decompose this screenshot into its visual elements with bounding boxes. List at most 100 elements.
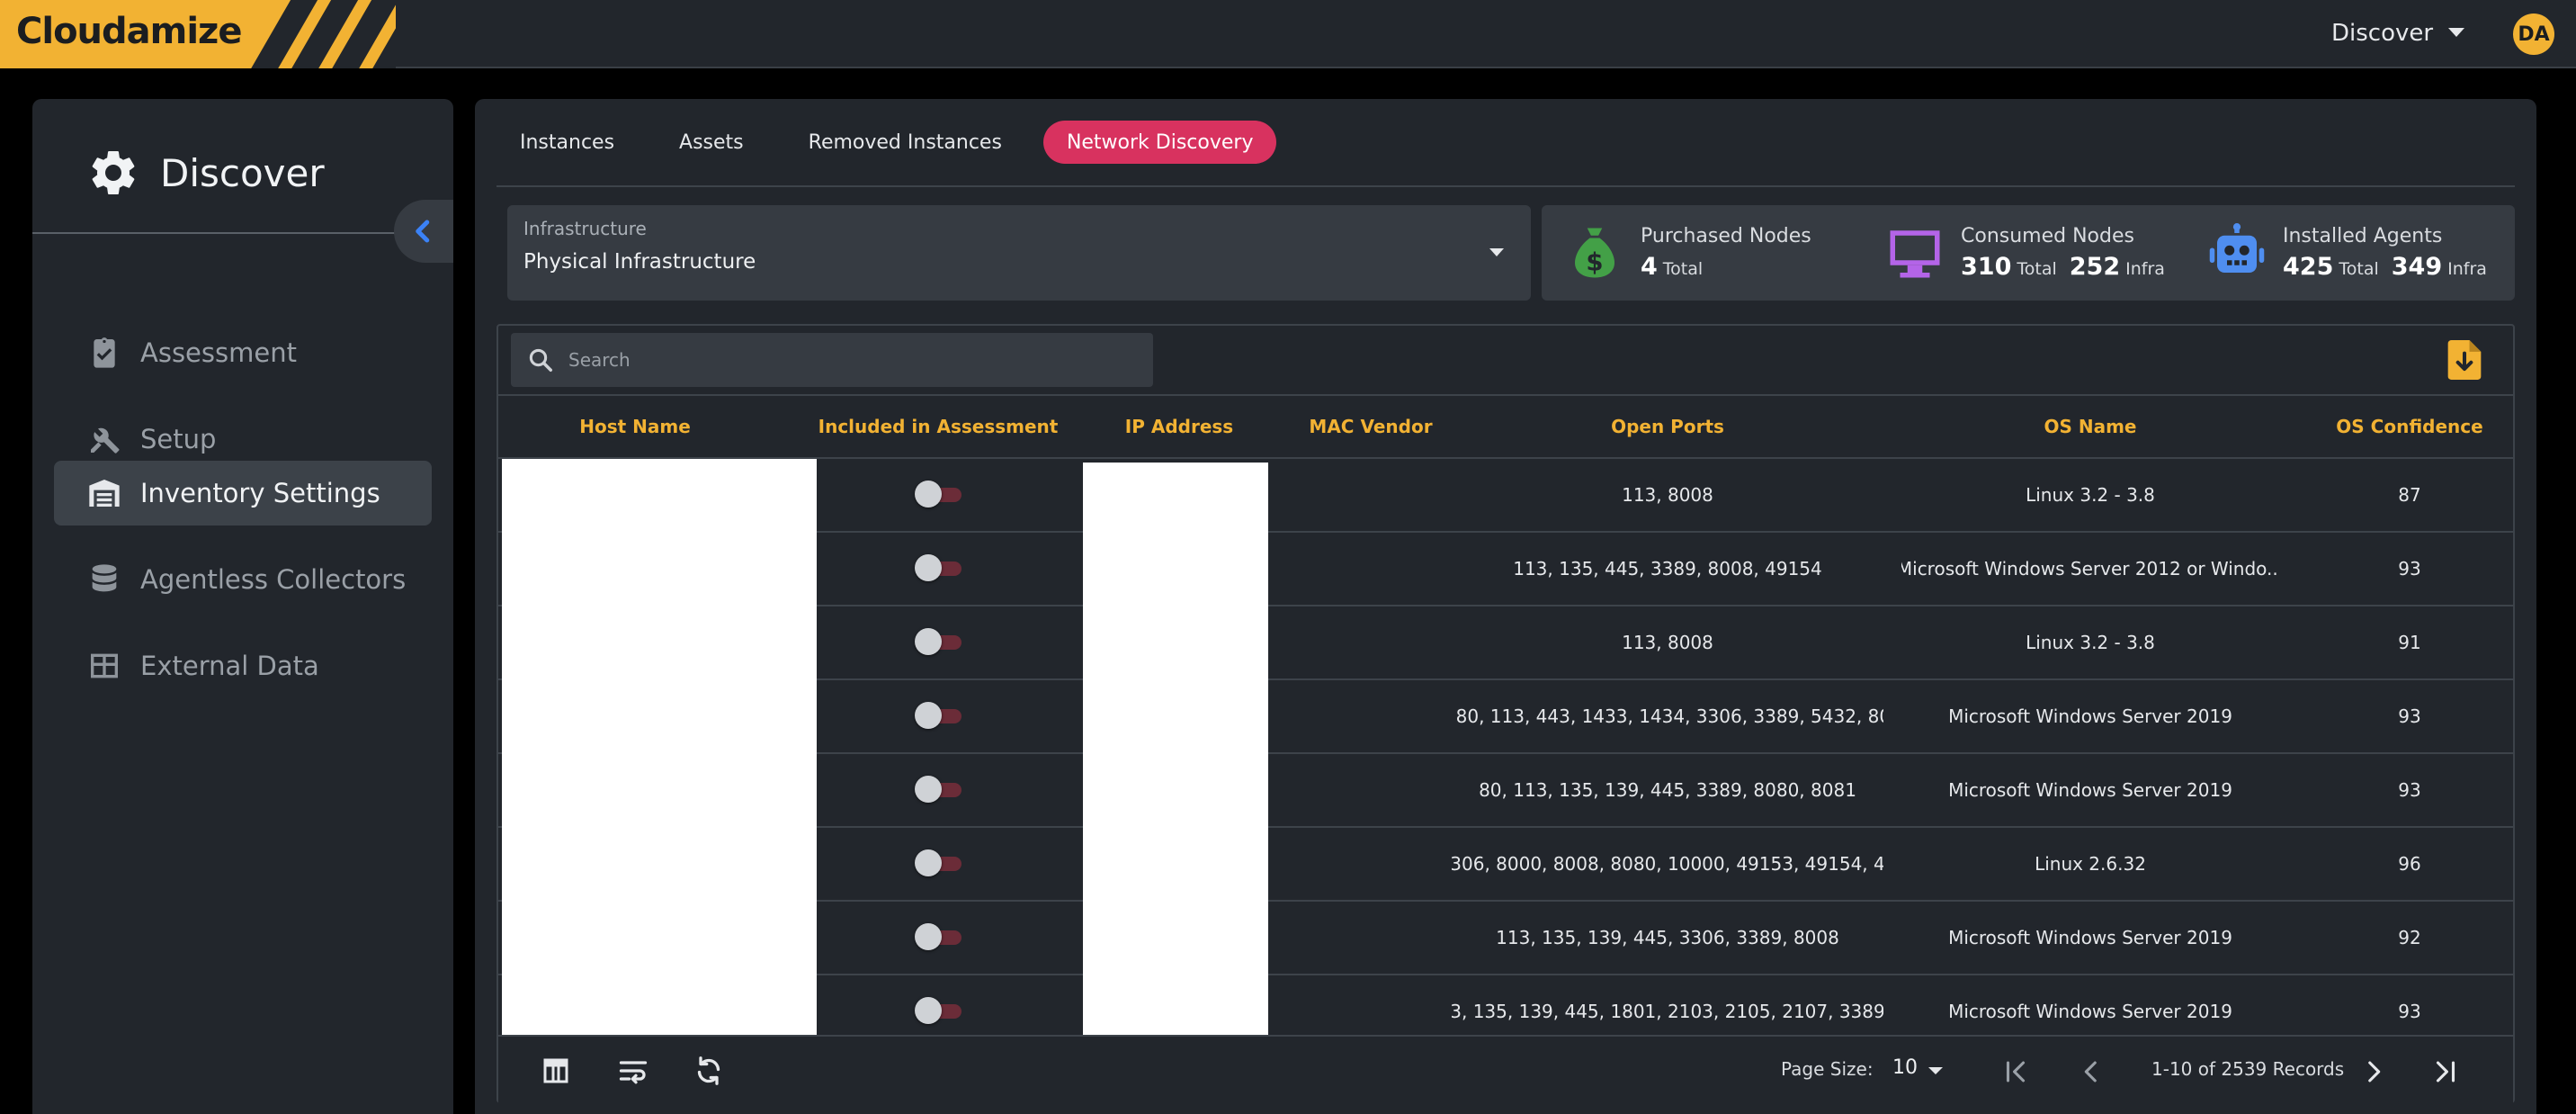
infrastructure-value: Physical Infrastructure [523, 250, 756, 274]
stat-total-unit: Total [2339, 259, 2379, 279]
os-name-cell: Microsoft Windows Server 2019 [1948, 705, 2232, 727]
include-in-assessment-toggle[interactable] [915, 923, 962, 950]
refresh-icon[interactable] [693, 1055, 725, 1087]
clipboard-check-icon [94, 337, 115, 368]
page-size-select[interactable]: 10 [1892, 1056, 1918, 1079]
os-confidence-cell: 92 [2398, 927, 2421, 948]
export-file-icon[interactable] [2446, 340, 2482, 380]
search-bar [511, 333, 1153, 387]
page-size-label: Page Size: [1781, 1058, 1874, 1080]
os-name-cell: Microsoft Windows Server 2012 or Windo..… [1901, 558, 2279, 579]
stat-total-value: 310 [1961, 253, 2012, 281]
stat-infra-value: 252 [2069, 253, 2121, 281]
logo[interactable]: Cloudamize [0, 0, 396, 68]
column-header-open-ports[interactable]: Open Ports [1479, 396, 1856, 457]
monitor-icon [1890, 230, 1940, 278]
include-in-assessment-toggle[interactable] [915, 702, 962, 729]
stat-title: Purchased Nodes [1641, 225, 1811, 247]
stat-infra-unit: Infra [2447, 259, 2487, 279]
sidebar-item-label: External Data [140, 651, 319, 681]
os-name-cell: Linux 3.2 - 3.8 [2026, 484, 2155, 506]
columns-layout-icon[interactable] [540, 1055, 572, 1087]
chevron-down-icon[interactable] [2448, 28, 2464, 37]
tab-assets[interactable]: Assets [656, 121, 767, 164]
database-icon [92, 564, 117, 592]
include-in-assessment-toggle[interactable] [915, 554, 962, 581]
sidebar-item-agentless-collectors[interactable]: Agentless Collectors [54, 547, 432, 612]
include-in-assessment-toggle[interactable] [915, 628, 962, 655]
app-menu-label[interactable]: Discover [2331, 20, 2433, 47]
stats-panel: $ Purchased Nodes 4 Total Consumed Nodes… [1542, 205, 2515, 301]
last-page-icon[interactable] [2430, 1056, 2461, 1087]
open-ports-cell: 113, 135, 139, 445, 3306, 3389, 8008 [1496, 927, 1839, 948]
column-header-os-confidence[interactable]: OS Confidence [2306, 396, 2513, 457]
column-header-mac-vendor[interactable]: MAC Vendor [1299, 396, 1443, 457]
include-in-assessment-toggle[interactable] [915, 776, 962, 803]
logo-text: Cloudamize [16, 11, 242, 52]
open-ports-cell: 22, 80, 113, 443, 1433, 1434, 3306, 3389… [1452, 705, 1883, 727]
column-header-included[interactable]: Included in Assessment [808, 396, 1069, 457]
sidebar-item-inventory-settings[interactable]: Inventory Settings [54, 461, 432, 526]
chevron-left-icon [416, 220, 430, 243]
sidebar-item-label: Inventory Settings [140, 478, 380, 508]
included-toggle-cell [808, 754, 1069, 826]
redacted-ip-addresses [1083, 463, 1268, 1038]
stat-infra-unit: Infra [2125, 259, 2165, 279]
included-toggle-cell [808, 459, 1069, 531]
redacted-host-names [502, 459, 817, 1035]
column-header-os-name[interactable]: OS Name [1901, 396, 2279, 457]
mac-vendor-cell [1299, 828, 1443, 900]
table-grid-icon [91, 653, 118, 678]
sidebar-item-assessment[interactable]: Assessment [54, 320, 432, 385]
tools-icon [91, 427, 120, 454]
sidebar-item-label: Setup [140, 424, 217, 454]
stat-consumed-nodes: Consumed Nodes 310 Total 252 Infra [1885, 205, 2178, 301]
mac-vendor-cell [1299, 754, 1443, 826]
tabs-divider [496, 185, 2515, 187]
tab-instances[interactable]: Instances [496, 121, 638, 164]
stat-total-unit: Total [1662, 259, 1704, 279]
stat-title: Installed Agents [2283, 225, 2443, 247]
include-in-assessment-toggle[interactable] [915, 997, 962, 1024]
include-in-assessment-toggle[interactable] [915, 481, 962, 508]
sidebar-item-external-data[interactable]: External Data [54, 633, 432, 698]
include-in-assessment-toggle[interactable] [915, 849, 962, 876]
stat-total-value: 4 [1641, 253, 1658, 281]
avatar[interactable]: DA [2513, 13, 2554, 55]
mac-vendor-cell [1299, 680, 1443, 752]
tab-network-discovery[interactable]: Network Discovery [1042, 121, 1277, 164]
column-header-ip-address[interactable]: IP Address [1087, 396, 1272, 457]
os-confidence-cell: 87 [2398, 484, 2421, 506]
stat-installed-agents: Installed Agents 425 Total 349 Infra [2207, 205, 2500, 301]
infrastructure-label: Infrastructure [523, 218, 647, 239]
os-confidence-cell: 93 [2398, 558, 2421, 579]
stat-title: Consumed Nodes [1961, 225, 2134, 247]
wrap-text-icon[interactable] [617, 1055, 649, 1087]
chevron-down-icon[interactable] [1928, 1067, 1943, 1074]
sidebar-title: Discover [160, 150, 325, 195]
previous-page-icon[interactable] [2076, 1056, 2106, 1087]
chevron-down-icon[interactable] [1489, 248, 1504, 256]
stat-total-unit: Total [2017, 259, 2057, 279]
os-name-cell: Microsoft Windows Server 2019 [1948, 927, 2232, 948]
collapse-sidebar-button[interactable] [394, 200, 453, 263]
os-confidence-cell: 93 [2398, 705, 2421, 727]
sidebar-item-label: Assessment [140, 337, 297, 368]
included-toggle-cell [808, 533, 1069, 605]
robot-icon [2209, 223, 2265, 273]
included-toggle-cell [808, 902, 1069, 974]
open-ports-cell: 113, 8008 [1622, 632, 1713, 653]
open-ports-cell: 113, 135, 445, 3389, 8008, 49154 [1513, 558, 1822, 579]
infrastructure-select[interactable]: Infrastructure Physical Infrastructure [507, 205, 1531, 301]
first-page-icon[interactable] [2000, 1056, 2031, 1087]
included-toggle-cell [808, 680, 1069, 752]
column-header-host-name[interactable]: Host Name [498, 396, 772, 457]
open-ports-cell: 113, 8008 [1622, 484, 1713, 506]
top-bar: Cloudamize Discover DA [0, 0, 2576, 68]
sidebar-item-label: Agentless Collectors [140, 564, 407, 595]
tab-removed-instances[interactable]: Removed Instances [785, 121, 1025, 164]
network-discovery-table: Host Name Included in Assessment IP Addr… [496, 324, 2515, 1103]
os-name-cell: Linux 2.6.32 [2035, 853, 2146, 875]
next-page-icon[interactable] [2358, 1056, 2389, 1087]
search-input[interactable] [568, 349, 1108, 371]
